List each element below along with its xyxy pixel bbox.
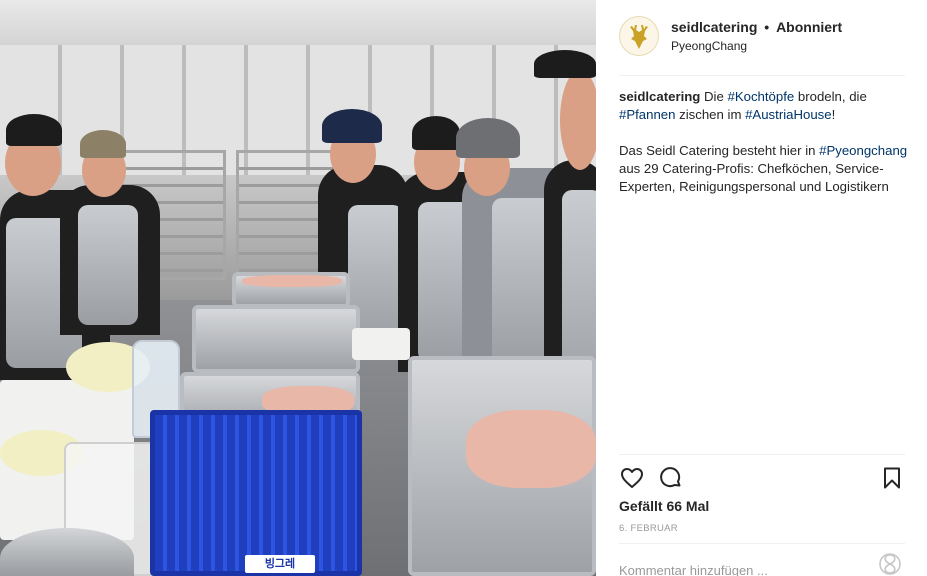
tent-roof [0, 0, 596, 45]
post-header: seidlcatering • Abonniert PyeongChang [619, 16, 905, 60]
heart-icon[interactable] [619, 465, 645, 491]
crate-label: 빙그레 [245, 555, 315, 573]
caption-text: zischen im [675, 107, 746, 122]
blue-crate [150, 410, 362, 576]
deer-logo-icon[interactable] [619, 16, 659, 56]
post-caption: seidlcatering Die #Kochtöpfe brodeln, di… [619, 88, 909, 214]
likes-count[interactable]: Gefällt 66 Mal [619, 498, 709, 514]
bookmark-icon[interactable] [879, 465, 905, 491]
caption-paragraph-2: Das Seidl Catering besteht hier in #Pyeo… [619, 142, 909, 196]
hashtag-link[interactable]: #Pyeongchang [819, 143, 907, 158]
meat-back [242, 275, 342, 287]
caption-text: Die [700, 89, 728, 104]
actions-divider [619, 454, 905, 455]
caption-text: brodeln, die [794, 89, 867, 104]
hashtag-link[interactable]: #Kochtöpfe [727, 89, 794, 104]
post-sidebar: seidlcatering • Abonniert PyeongChang se… [596, 0, 927, 576]
post-photo[interactable]: 빙그레 [0, 0, 596, 576]
cutting-board-right [352, 328, 410, 360]
comment-divider [619, 543, 905, 544]
comment-input[interactable] [619, 560, 859, 576]
post-date[interactable]: 6. FEBRUAR [619, 523, 678, 534]
caption-username[interactable]: seidlcatering [619, 89, 700, 104]
comment-bubble-icon[interactable] [658, 465, 684, 491]
chicken-pieces [466, 410, 596, 488]
location-link[interactable]: PyeongChang [671, 39, 747, 53]
hashtag-link[interactable]: #Pfannen [619, 107, 675, 122]
caption-text: ! [831, 107, 836, 122]
account-line: seidlcatering • Abonniert [671, 19, 842, 35]
hashtag-link[interactable]: #AustriaHouse [745, 107, 832, 122]
caption-text: aus 29 Catering-Profis: Chefköchen, Serv… [619, 161, 889, 194]
caption-paragraph-1: seidlcatering Die #Kochtöpfe brodeln, di… [619, 88, 909, 124]
account-username[interactable]: seidlcatering [671, 19, 757, 35]
tray-empty [192, 305, 360, 373]
deer-logo-glyph [630, 25, 648, 49]
caption-text: Das Seidl Catering besteht hier in [619, 143, 820, 158]
follow-status-button[interactable]: Abonniert [776, 19, 842, 35]
spinner-icon [879, 553, 901, 575]
action-bar [619, 465, 905, 491]
separator-dot: • [764, 19, 770, 35]
header-divider [619, 75, 905, 76]
